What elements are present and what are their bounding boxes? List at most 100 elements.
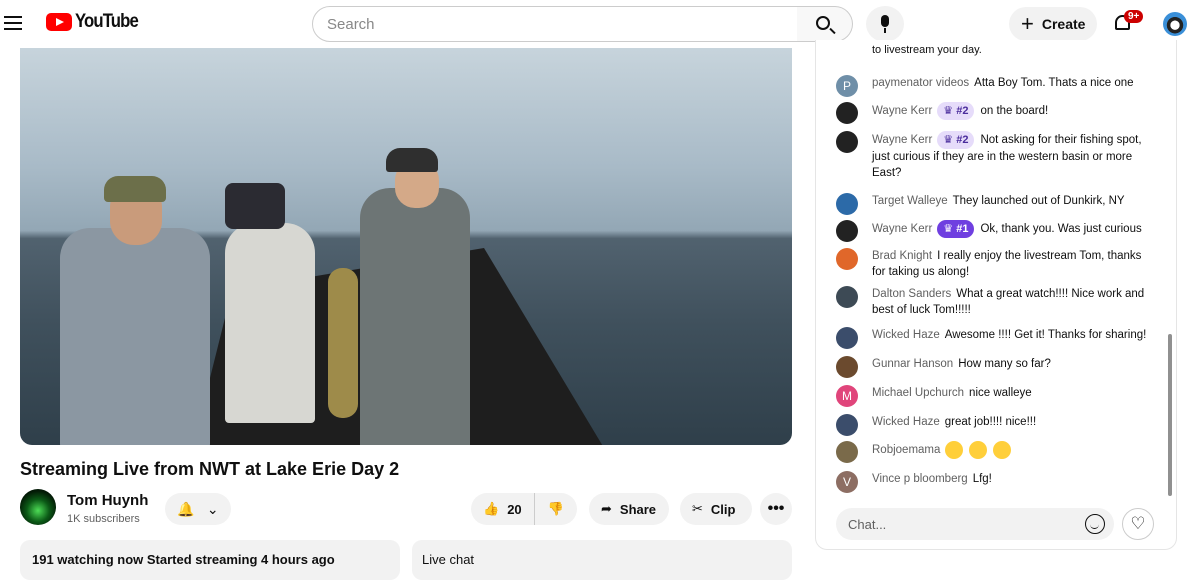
voice-search-button[interactable] (866, 6, 904, 42)
clapping-hands-icon (993, 441, 1012, 459)
live-chat-label: Live chat (422, 552, 475, 567)
chat-author-name[interactable]: Wicked Haze (872, 329, 940, 341)
chat-scrollbar[interactable] (1168, 334, 1172, 496)
chat-author-name[interactable]: Gunnar Hanson (872, 358, 953, 370)
search-button[interactable] (797, 6, 853, 42)
plus-icon: + (1021, 11, 1034, 36)
share-icon: ➦ (601, 501, 612, 516)
scissors-icon: ✂ (692, 501, 703, 516)
member-rank-badge: ♛ #2 (937, 102, 975, 120)
search-placeholder: Search (327, 15, 375, 33)
chat-input[interactable]: Chat... (836, 508, 1114, 540)
chat-author-name[interactable]: Wicked Haze (872, 416, 940, 428)
chat-message: Target Walleye They launched out of Dunki… (836, 193, 1156, 215)
subscriber-count: 1K subscribers (67, 513, 140, 525)
create-label: Create (1041, 16, 1086, 32)
chat-author-avatar[interactable] (836, 414, 858, 436)
chat-message: Wayne Kerr ♛ #1 Ok, thank you. Was just cu… (836, 220, 1156, 242)
chat-author-avatar[interactable] (836, 248, 858, 270)
chat-message: Brad Knight I really enjoy the livestream… (836, 248, 1156, 280)
share-button[interactable]: ➦ Share (589, 493, 669, 525)
clapping-hands-icon (969, 441, 988, 459)
search-icon (816, 16, 830, 30)
chat-message: Ppaymenator videos Atta Boy Tom. Thats a … (836, 75, 1156, 97)
account-avatar[interactable] (1163, 12, 1187, 36)
chat-message-text: on the board! (980, 105, 1049, 117)
live-chat-header[interactable]: Live chat (412, 540, 792, 580)
chat-message-text: Ok, thank you. Was just curious (980, 223, 1142, 235)
heart-icon: ♡ (1130, 514, 1146, 533)
notification-badge: 9+ (1124, 10, 1144, 23)
microphone-icon (881, 15, 889, 27)
video-player[interactable] (20, 48, 792, 445)
create-button[interactable]: + Create (1009, 7, 1097, 41)
thumbs-down-icon: 👎 (547, 501, 565, 516)
emoji-icon[interactable] (1085, 514, 1105, 534)
clip-button[interactable]: ✂ Clip (680, 493, 752, 525)
chat-author-avatar[interactable] (836, 193, 858, 215)
heart-reaction-button[interactable]: ♡ (1122, 508, 1154, 540)
chat-message: Wayne Kerr ♛ #2 on the board! (836, 102, 1156, 124)
channel-name[interactable]: Tom Huynh (67, 492, 148, 509)
chat-author-avatar[interactable]: M (836, 385, 858, 407)
chat-message-text: Awesome !!!! Get it! Thanks for sharing! (944, 329, 1147, 341)
chat-author-name[interactable]: Dalton Sanders (872, 288, 951, 300)
chat-message: V Vince p bloomberg Lfg! (836, 471, 1156, 493)
bell-icon: 🔔 (177, 500, 195, 517)
chat-author-avatar[interactable] (836, 220, 858, 242)
channel-avatar[interactable] (20, 489, 56, 525)
watching-status: 191 watching now Started streaming 4 hou… (32, 552, 335, 567)
like-dislike-group: 👍 20 👎 (471, 493, 577, 525)
more-actions-button[interactable]: ••• (760, 493, 792, 525)
chat-message-text: How many so far? (958, 358, 1051, 370)
chat-author-name[interactable]: Vince p bloomberg (872, 473, 968, 485)
chat-author-avatar[interactable] (836, 131, 858, 153)
chat-author-avatar[interactable] (836, 327, 858, 349)
chat-author-name[interactable]: Brad Knight (872, 250, 932, 262)
chat-message-text: Lfg! (972, 473, 992, 485)
chat-message-text: Atta Boy Tom. Thats a nice one (974, 77, 1134, 89)
member-rank-badge: ♛ #2 (937, 131, 975, 149)
clip-label: Clip (710, 501, 736, 517)
chat-author-name[interactable]: paymenator videos (872, 77, 969, 89)
more-icon: ••• (767, 500, 785, 517)
chat-message-text: They launched out of Dunkirk, NY (952, 195, 1125, 207)
subscribe-notification-button[interactable]: 🔔 ⌄ (165, 493, 231, 525)
chat-author-name[interactable]: Target Walleye (872, 195, 948, 207)
search-input[interactable]: Search (312, 6, 798, 42)
chat-author-avatar[interactable] (836, 102, 858, 124)
chat-author-name[interactable]: Michael Upchurch (872, 387, 964, 399)
menu-icon[interactable] (4, 12, 24, 34)
chat-message: Wayne Kerr ♛ #2 Not asking for their fishi… (836, 131, 1156, 181)
chat-author-name[interactable]: Wayne Kerr (872, 134, 932, 146)
description-box[interactable]: 191 watching now Started streaming 4 hou… (20, 540, 400, 580)
chat-message: Robjoemama (836, 441, 1156, 463)
chat-author-name[interactable]: Wayne Kerr (872, 223, 932, 235)
chat-message: Wicked Haze Awesome !!!! Get it! Thanks f… (836, 327, 1156, 349)
chevron-down-icon: ⌄ (206, 500, 219, 517)
dislike-button[interactable]: 👎 (535, 493, 577, 525)
video-frame-walleye (328, 268, 358, 418)
youtube-logo[interactable]: YouTube (46, 11, 146, 33)
chat-author-avatar[interactable]: V (836, 471, 858, 493)
chat-message-partial: to livestream your day. (872, 44, 982, 56)
chat-author-avatar[interactable] (836, 286, 858, 308)
chat-author-avatar[interactable]: P (836, 75, 858, 97)
chat-message: Dalton Sanders What a great watch!!!! Nic… (836, 286, 1156, 318)
chat-author-avatar[interactable] (836, 356, 858, 378)
chat-input-placeholder: Chat... (848, 516, 887, 532)
like-button[interactable]: 👍 20 (471, 493, 535, 525)
chat-message-text: nice walleye (969, 387, 1032, 399)
member-rank-badge: ♛ #1 (937, 220, 975, 238)
youtube-play-icon (46, 13, 72, 31)
chat-author-name[interactable]: Robjoemama (872, 444, 940, 456)
chat-message: M Michael Upchurch nice walleye (836, 385, 1156, 407)
chat-message: Gunnar Hanson How many so far? (836, 356, 1156, 378)
logo-text: YouTube (75, 11, 139, 32)
clapping-hands-icon (945, 441, 964, 459)
chat-message: Wicked Haze great job!!!! nice!!! (836, 414, 1156, 436)
chat-author-avatar[interactable] (836, 441, 858, 463)
chat-author-name[interactable]: Wayne Kerr (872, 105, 932, 117)
like-count: 20 (507, 501, 522, 517)
video-title: Streaming Live from NWT at Lake Erie Day… (20, 459, 400, 479)
